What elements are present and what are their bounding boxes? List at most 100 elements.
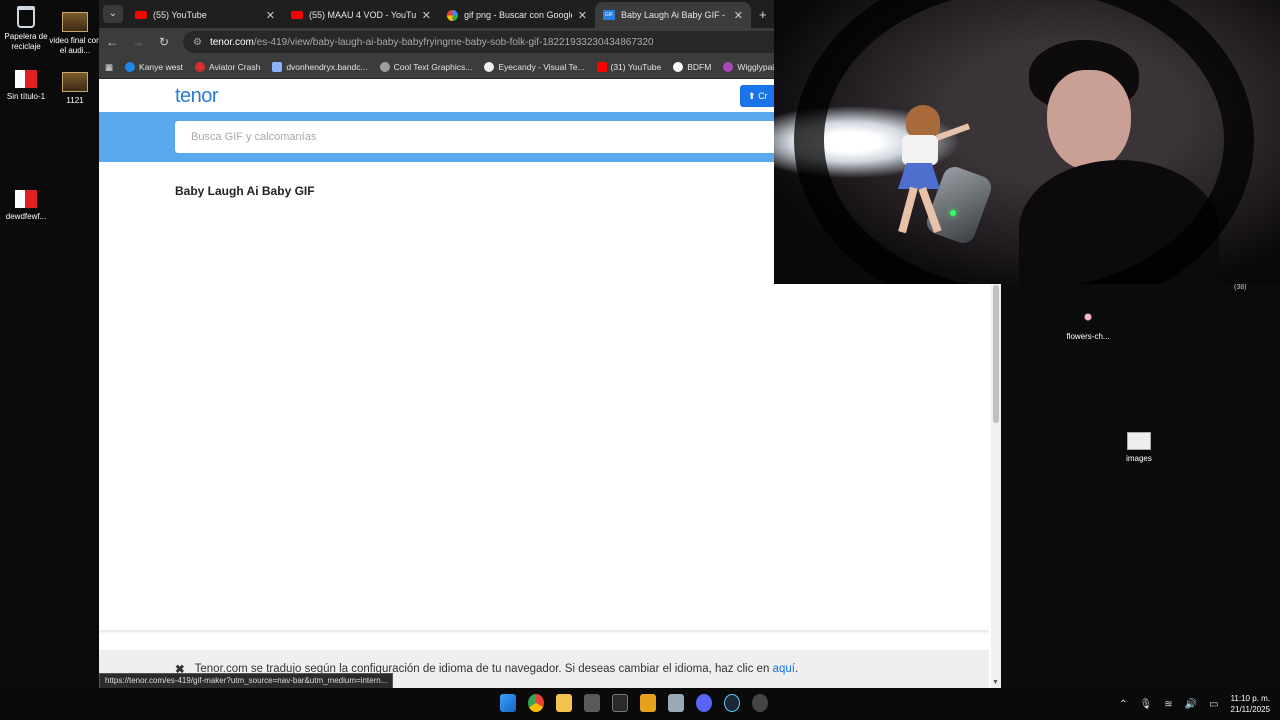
notification-badge: (38) (1234, 284, 1247, 291)
image-file-icon (15, 70, 37, 88)
bookmark-label: BDFM (687, 62, 712, 72)
microphone-icon[interactable]: 🎙 (1140, 699, 1153, 710)
chevron-up-icon[interactable]: ⌃ (1119, 699, 1127, 710)
bookmark-item[interactable]: Kanye west (125, 62, 183, 72)
steam-icon[interactable] (724, 694, 740, 712)
bookmark-item[interactable]: Eyecandy - Visual Te... (484, 62, 585, 72)
close-tab-icon[interactable]: ✕ (422, 9, 431, 22)
app-icon[interactable] (640, 694, 656, 712)
site-info-icon[interactable]: ⚙ (193, 37, 202, 48)
link-status-url: https://tenor.com/es-419/gif-maker?utm_s… (99, 673, 394, 689)
desktop-icon-label: flowers-ch... (1066, 332, 1110, 341)
search-box[interactable] (175, 121, 795, 153)
bookmark-label: Cool Text Graphics... (393, 62, 473, 72)
image-file-icon (15, 190, 37, 208)
video-file-icon (62, 72, 88, 92)
webcam-overlay (774, 0, 1280, 284)
divider (99, 630, 989, 634)
scroll-down-arrow-icon[interactable]: ▼ (992, 679, 999, 686)
gif-icon: GIF (603, 10, 615, 20)
tenor-logo[interactable]: tenor (175, 85, 219, 108)
desktop-icon-label: 1121 (66, 96, 84, 105)
window-icon[interactable] (668, 694, 684, 712)
search-input[interactable] (189, 130, 795, 144)
scrollbar-thumb[interactable] (993, 285, 999, 423)
change-language-link[interactable]: aquí (773, 663, 795, 675)
bookmark-label: Aviator Crash (208, 62, 261, 72)
video-file-icon (62, 12, 88, 32)
system-tray: ⌃ 🎙 ≋ 🔊 ▭ 11:10 p. m. 21/11/2025 (1119, 693, 1270, 715)
close-tab-icon[interactable]: ✕ (266, 9, 275, 22)
bookmark-item[interactable]: Aviator Crash (194, 62, 261, 72)
tab-google-search[interactable]: gif png - Buscar con Google ✕ (439, 2, 595, 28)
bookmark-favicon-icon (272, 62, 283, 72)
reload-icon[interactable]: ↻ (157, 35, 171, 49)
taskbar-apps (500, 694, 768, 712)
youtube-icon (596, 62, 607, 72)
app-icon[interactable] (612, 694, 628, 712)
upload-icon: ⬆ (748, 91, 756, 101)
desktop-icon-1121[interactable]: 1121 (49, 72, 101, 106)
desktop-icon-flowers[interactable]: flowers-ch... (1062, 306, 1114, 342)
volume-icon[interactable]: 🔊 (1185, 699, 1197, 710)
recycle-bin-icon (17, 6, 35, 28)
page-scrollbar[interactable]: ▼ (991, 283, 1001, 688)
bookmark-item[interactable]: Cool Text Graphics... (379, 62, 473, 72)
apps-grid-icon[interactable]: ▦ (105, 62, 113, 73)
desktop-icon-label: images (1126, 454, 1152, 463)
taskbar: ⌃ 🎙 ≋ 🔊 ▭ 11:10 p. m. 21/11/2025 (0, 688, 1280, 720)
bookmark-item[interactable]: dvonhendryx.bandc... (272, 62, 368, 72)
tab-search-button[interactable]: ⌄ (103, 5, 123, 23)
forward-arrow-icon[interactable]: → (131, 35, 145, 49)
url-host: tenor.com (209, 36, 254, 48)
chrome-icon[interactable] (528, 694, 544, 712)
wifi-icon[interactable]: ≋ (1164, 699, 1172, 710)
back-arrow-icon[interactable]: ← (105, 35, 119, 49)
bookmark-item[interactable]: BDFM (673, 62, 711, 72)
clock[interactable]: 11:10 p. m. 21/11/2025 (1231, 693, 1270, 715)
translation-end: . (794, 663, 799, 675)
image-file-icon (1127, 432, 1151, 450)
app-icon[interactable] (584, 694, 600, 712)
desktop-icon-dewdfewf[interactable]: dewdfewf... (0, 190, 52, 222)
discord-icon[interactable] (696, 694, 712, 712)
create-button-label: Cr (758, 91, 768, 101)
flowers-image-icon (1077, 306, 1099, 328)
desktop-icon-video[interactable]: video final con el audi... (49, 12, 101, 56)
bookmark-label: (31) YouTube (610, 62, 662, 72)
url-path: /es-419/view/baby-laugh-ai-baby-babyfryi… (253, 36, 654, 48)
tab-title: Baby Laugh Ai Baby GIF - Baby (621, 10, 728, 20)
file-explorer-icon[interactable] (556, 694, 572, 712)
bookmark-favicon-icon (194, 62, 205, 72)
tab-title: gif png - Buscar con Google (464, 10, 572, 20)
lens-vignette (794, 0, 1254, 284)
tab-youtube[interactable]: (55) YouTube ✕ (127, 2, 283, 28)
desktop-icon-sin-titulo[interactable]: Sin título-1 (0, 70, 52, 102)
close-tab-icon[interactable]: ✕ (734, 9, 743, 22)
bookmark-favicon-icon (125, 62, 136, 72)
desktop-icon-label: Papelera de reciclaje (4, 32, 48, 51)
clock-date: 21/11/2025 (1230, 705, 1270, 714)
bookmark-label: dvonhendryx.bandc... (286, 62, 368, 72)
app-icon[interactable] (752, 694, 768, 712)
tab-maau-vod[interactable]: (55) MAAU 4 VOD - YouTube ✕ (283, 2, 439, 28)
clock-time: 11:10 p. m. (1230, 694, 1270, 703)
desktop-icon-recycle-bin[interactable]: Papelera de reciclaje (0, 6, 52, 52)
battery-icon[interactable]: ▭ (1209, 699, 1218, 710)
bookmark-label: Eyecandy - Visual Te... (498, 62, 585, 72)
close-tab-icon[interactable]: ✕ (578, 9, 587, 22)
bookmark-favicon-icon (673, 62, 684, 72)
bookmark-favicon-icon (379, 62, 390, 72)
tab-title: (55) MAAU 4 VOD - YouTube (309, 10, 416, 20)
bookmark-item[interactable]: (31) YouTube (596, 62, 662, 72)
bookmark-label: Kanye west (139, 62, 183, 72)
tab-tenor-gif[interactable]: GIF Baby Laugh Ai Baby GIF - Baby ✕ (595, 2, 751, 28)
tab-title: (55) YouTube (153, 10, 207, 20)
new-tab-button[interactable]: + (759, 7, 767, 22)
google-icon (447, 9, 458, 21)
youtube-icon (135, 11, 147, 19)
desktop-icon-label: dewdfewf... (5, 212, 47, 221)
desktop-icon-images[interactable]: images (1113, 432, 1165, 464)
start-icon[interactable] (500, 694, 516, 712)
desktop-icon-label: video final con el audi... (49, 36, 101, 55)
